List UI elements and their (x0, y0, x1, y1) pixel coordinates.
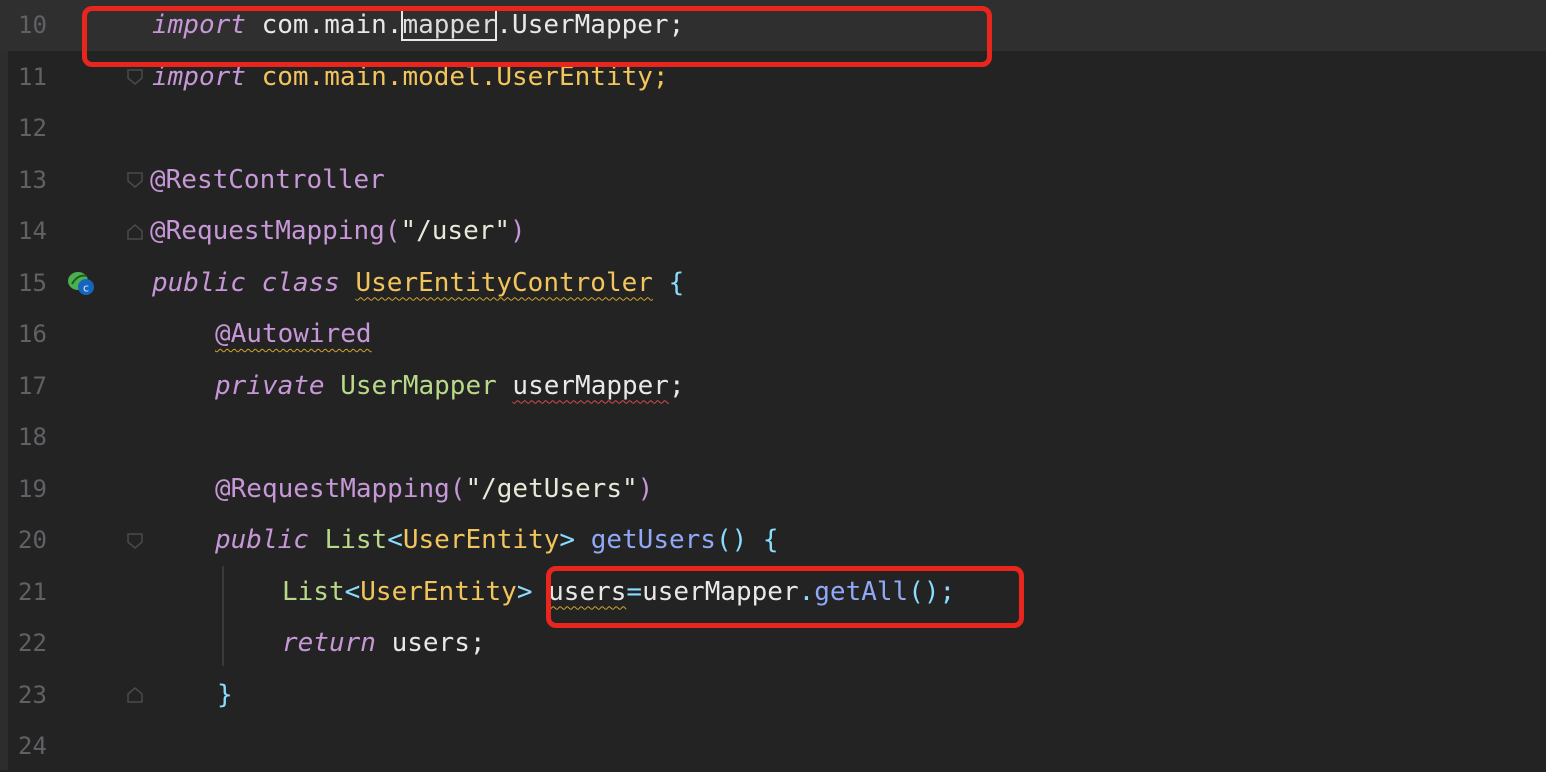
code-token: UserMapper (340, 370, 513, 401)
code-token: "/user" (400, 216, 511, 246)
code-text[interactable]: @RestController (150, 155, 385, 206)
code-text[interactable]: public class UserEntityControler { (152, 258, 684, 309)
code-text[interactable]: private UserMapper userMapper; (215, 361, 685, 412)
indent-guide (222, 566, 224, 666)
code-line[interactable]: 15 public class UserEntityControler { (0, 258, 1546, 309)
line-number: 23 (18, 680, 47, 709)
line-number: 12 (18, 114, 47, 142)
code-token: userMapper (512, 370, 669, 401)
code-token: > (516, 576, 549, 607)
code-token: ; (668, 370, 685, 401)
code-token: getUsers (590, 525, 716, 555)
code-token: @Autowired (215, 319, 372, 349)
code-token: UserEntity (402, 525, 560, 555)
fold-marker-icon[interactable] (126, 686, 144, 704)
code-line[interactable]: 16 @Autowired (0, 309, 1546, 360)
code-token: < (344, 576, 361, 607)
code-text[interactable]: public List<UserEntity> getUsers() { (215, 515, 779, 566)
code-line[interactable]: 20 public List<UserEntity> getUsers() { (0, 515, 1546, 566)
code-line[interactable]: 13 @RestController (0, 155, 1546, 206)
line-number: 22 (18, 629, 47, 657)
code-token: @RestController (150, 164, 385, 195)
line-number: 24 (18, 732, 47, 760)
code-token: List (324, 525, 388, 555)
code-token: return (282, 628, 392, 658)
fold-marker-icon[interactable] (126, 171, 144, 189)
code-token: { (652, 267, 685, 298)
code-token: private (215, 370, 341, 401)
code-line[interactable]: 14 @RequestMapping("/user") (0, 206, 1546, 257)
svg-text:c: c (83, 282, 89, 295)
code-text[interactable]: } (217, 670, 233, 721)
code-token: @RequestMapping( (215, 473, 466, 504)
line-number: 14 (18, 217, 47, 245)
code-text[interactable]: @RequestMapping("/getUsers") (215, 464, 653, 515)
code-text[interactable]: return users; (282, 618, 486, 669)
code-text[interactable]: @RequestMapping("/user") (150, 206, 526, 257)
code-token: users; (391, 628, 486, 658)
code-token: public (215, 525, 325, 555)
highlight-box-getall (546, 566, 1024, 628)
line-number: 15 (18, 268, 47, 297)
code-editor[interactable]: 10 import com.main.mapper.UserMapper; 11 im… (0, 0, 1546, 770)
code-line[interactable]: 24 (0, 721, 1546, 772)
code-line[interactable]: 18 (0, 412, 1546, 463)
code-line[interactable]: 19 @RequestMapping("/getUsers") (0, 464, 1546, 515)
code-token: } (217, 679, 233, 710)
code-line[interactable]: 12 (0, 103, 1546, 154)
code-token: "/getUsers" (465, 473, 638, 504)
code-token: UserEntity (360, 576, 517, 607)
fold-marker-icon[interactable] (126, 532, 144, 550)
highlight-box-import (82, 6, 992, 67)
code-token: ) (637, 473, 654, 504)
spring-bean-gutter-icon[interactable]: c (66, 268, 96, 298)
code-line[interactable]: 17 private UserMapper userMapper; (0, 361, 1546, 412)
line-number: 20 (18, 526, 47, 554)
code-token: > (559, 525, 591, 555)
line-number: 18 (18, 423, 47, 451)
line-number: 21 (18, 577, 47, 606)
code-token: < (387, 525, 403, 555)
fold-marker-icon[interactable] (126, 68, 144, 86)
code-token: public class (152, 267, 356, 298)
code-token: UserEntityControler (355, 267, 653, 298)
line-number: 10 (18, 11, 47, 39)
code-token: List (282, 576, 345, 607)
code-token: ) (510, 216, 526, 246)
line-number: 19 (18, 474, 47, 503)
line-number: 17 (18, 371, 47, 400)
fold-marker-icon[interactable] (126, 223, 144, 241)
code-token: () { (715, 525, 779, 555)
line-number: 16 (18, 320, 47, 348)
code-token: @RequestMapping( (150, 216, 401, 246)
line-number: 13 (18, 165, 47, 194)
code-line[interactable]: 23} (0, 670, 1546, 721)
code-text[interactable]: @Autowired (215, 309, 372, 360)
line-number: 11 (18, 62, 47, 91)
